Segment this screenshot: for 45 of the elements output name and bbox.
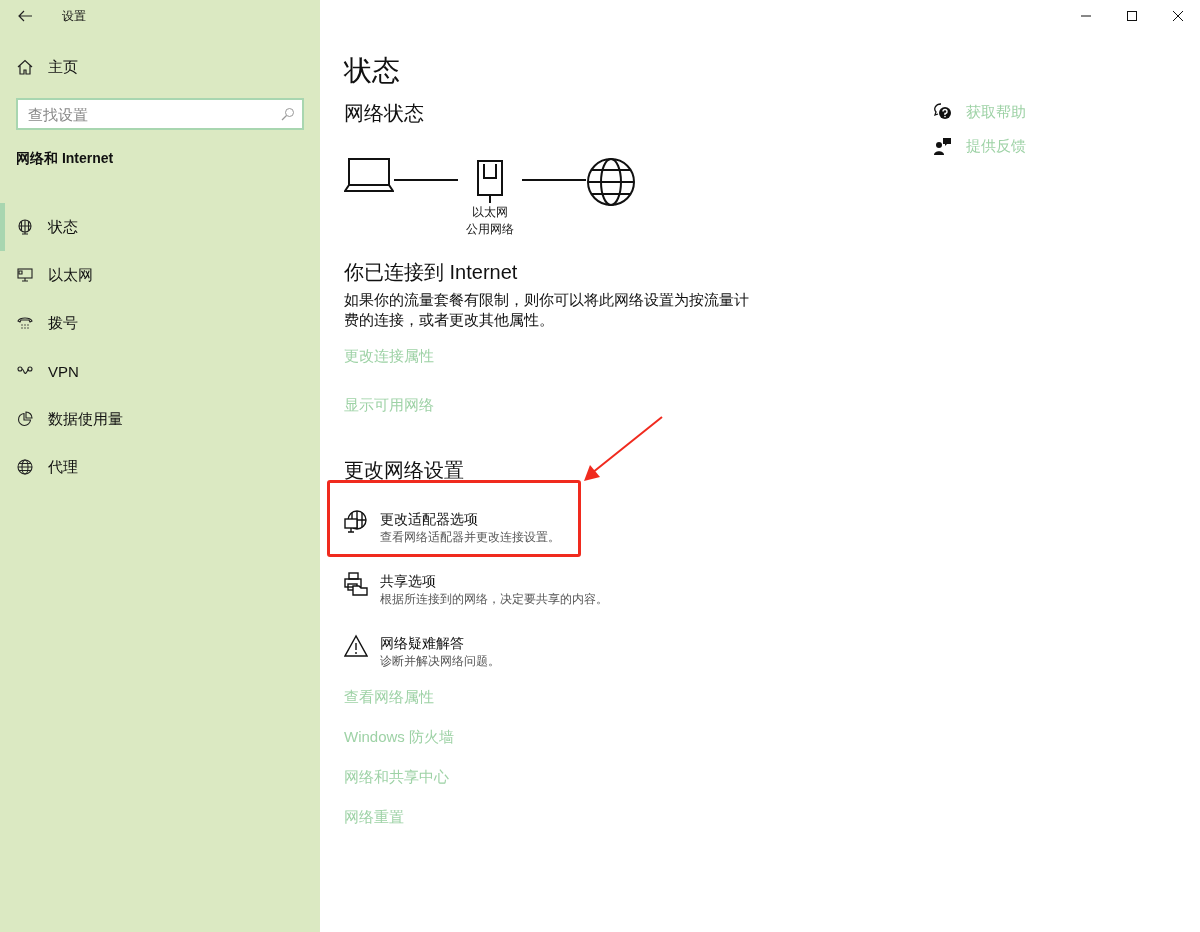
sidebar-item[interactable]: 拨号 <box>0 299 320 347</box>
status-description: 如果你的流量套餐有限制，则你可以将此网络设置为按流量计费的连接，或者更改其他属性。 <box>344 290 749 330</box>
option-description: 根据所连接到的网络，决定要共享的内容。 <box>380 591 608 608</box>
network-type-label: 公用网络 <box>466 221 514 238</box>
globe-icon <box>586 157 636 207</box>
laptop-icon <box>344 157 394 193</box>
option-title: 共享选项 <box>380 572 437 590</box>
sidebar-item[interactable]: 数据使用量 <box>0 395 320 443</box>
help-chat-icon <box>934 103 952 121</box>
section-heading: 网络状态 <box>344 101 425 126</box>
search-field[interactable]: 查找设置 <box>16 98 304 130</box>
back-arrow-icon[interactable] <box>18 10 32 22</box>
connection-line <box>522 179 586 181</box>
option-item[interactable]: 网络疑难解答 诊断并解决网络问题。 <box>344 634 904 670</box>
sidebar-item[interactable]: 代理 <box>0 443 320 491</box>
monitor-icon <box>17 267 33 283</box>
globe-monitor-icon <box>344 510 368 534</box>
option-description: 诊断并解决网络问题。 <box>380 653 500 670</box>
phone-icon <box>17 315 33 331</box>
warning-icon <box>344 634 368 658</box>
option-description: 查看网络适配器并更改连接设置。 <box>380 529 560 546</box>
ethernet-port-icon <box>477 160 503 204</box>
adapter-label: 以太网 <box>472 204 508 221</box>
person-feedback-icon <box>934 137 952 155</box>
close-icon[interactable] <box>1172 10 1184 22</box>
sidebar-item[interactable]: 以太网 <box>0 251 320 299</box>
sidebar-item[interactable]: VPN <box>0 347 320 395</box>
maximize-icon[interactable] <box>1126 10 1138 22</box>
connection-line <box>394 179 458 181</box>
page-title: 状态 <box>344 54 401 88</box>
home-icon <box>17 59 33 75</box>
option-item[interactable]: 共享选项 根据所连接到的网络，决定要共享的内容。 <box>344 572 904 608</box>
section-heading: 网络和 Internet <box>16 150 115 168</box>
option-item[interactable]: 更改适配器选项 查看网络适配器并更改连接设置。 <box>344 510 904 546</box>
pie-chart-icon <box>17 411 33 427</box>
option-title: 网络疑难解答 <box>380 634 465 652</box>
status-heading: 你已连接到 Internet <box>344 260 519 285</box>
search-icon <box>281 107 295 121</box>
printer-folder-icon <box>344 572 368 596</box>
section-heading: 更改网络设置 <box>344 458 465 483</box>
home-link[interactable]: 主页 <box>17 56 320 78</box>
window-title: 设置 <box>62 7 86 25</box>
option-title: 更改适配器选项 <box>380 510 479 528</box>
globe-icon <box>17 459 33 475</box>
globe-monitor-icon <box>17 219 33 235</box>
